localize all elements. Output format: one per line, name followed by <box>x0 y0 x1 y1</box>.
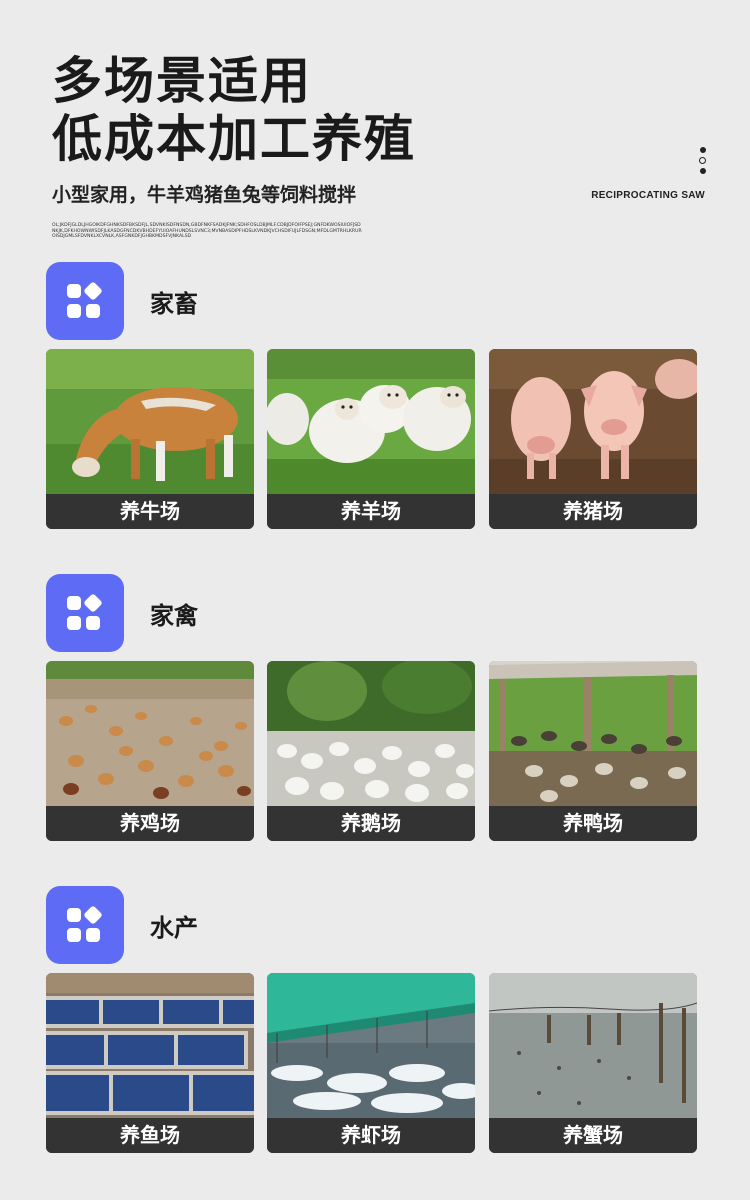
fish-pond-photo <box>46 973 254 1118</box>
section-poultry: 家禽 养鸡场 养鹅场 养鸭场 <box>46 574 697 841</box>
pig-photo <box>489 349 697 494</box>
card-label: 养虾场 <box>267 1118 475 1153</box>
card-fish-farm[interactable]: 养鱼场 <box>46 973 254 1153</box>
fine-print-text: OL;JKDFJGLDLJHGOIKDFGHNKSDFBKSDFJL,SDVNK… <box>52 223 362 239</box>
chicken-photo <box>46 661 254 806</box>
page-title-line1: 多场景适用 <box>52 52 312 110</box>
section-livestock: 家畜 养牛场 养羊场 养猪场 <box>46 262 697 529</box>
section-title: 家禽 <box>150 601 198 630</box>
section-header: 家畜 <box>46 262 697 340</box>
duck-photo <box>489 661 697 806</box>
card-label: 养鸭场 <box>489 806 697 841</box>
card-goose-farm[interactable]: 养鹅场 <box>267 661 475 841</box>
section-header: 家禽 <box>46 574 697 652</box>
section-title: 家畜 <box>150 289 198 318</box>
card-chicken-farm[interactable]: 养鸡场 <box>46 661 254 841</box>
section-title: 水产 <box>150 913 198 942</box>
crab-pond-photo <box>489 973 697 1118</box>
section-aquaculture: 水产 养鱼场 养虾场 养蟹场 <box>46 886 697 1153</box>
page-title-line2: 低成本加工养殖 <box>52 110 416 168</box>
cow-photo <box>46 349 254 494</box>
dots-decoration-icon <box>699 147 706 174</box>
card-sheep-farm[interactable]: 养羊场 <box>267 349 475 529</box>
card-label: 养牛场 <box>46 494 254 529</box>
card-crab-farm[interactable]: 养蟹场 <box>489 973 697 1153</box>
card-label: 养羊场 <box>267 494 475 529</box>
card-label: 养鱼场 <box>46 1118 254 1153</box>
card-label: 养蟹场 <box>489 1118 697 1153</box>
card-duck-farm[interactable]: 养鸭场 <box>489 661 697 841</box>
sheep-photo <box>267 349 475 494</box>
grid-apps-icon <box>46 574 124 652</box>
goose-photo <box>267 661 475 806</box>
card-label: 养猪场 <box>489 494 697 529</box>
card-label: 养鹅场 <box>267 806 475 841</box>
card-pig-farm[interactable]: 养猪场 <box>489 349 697 529</box>
card-cattle-farm[interactable]: 养牛场 <box>46 349 254 529</box>
grid-apps-icon <box>46 262 124 340</box>
section-header: 水产 <box>46 886 697 964</box>
card-shrimp-farm[interactable]: 养虾场 <box>267 973 475 1153</box>
grid-apps-icon <box>46 886 124 964</box>
header: 多场景适用 低成本加工养殖 小型家用，牛羊鸡猪鱼兔等饲料搅拌 OL;JKDFJG… <box>52 52 712 240</box>
card-label: 养鸡场 <box>46 806 254 841</box>
shrimp-pond-photo <box>267 973 475 1118</box>
brand-label: RECIPROCATING SAW <box>591 190 705 201</box>
